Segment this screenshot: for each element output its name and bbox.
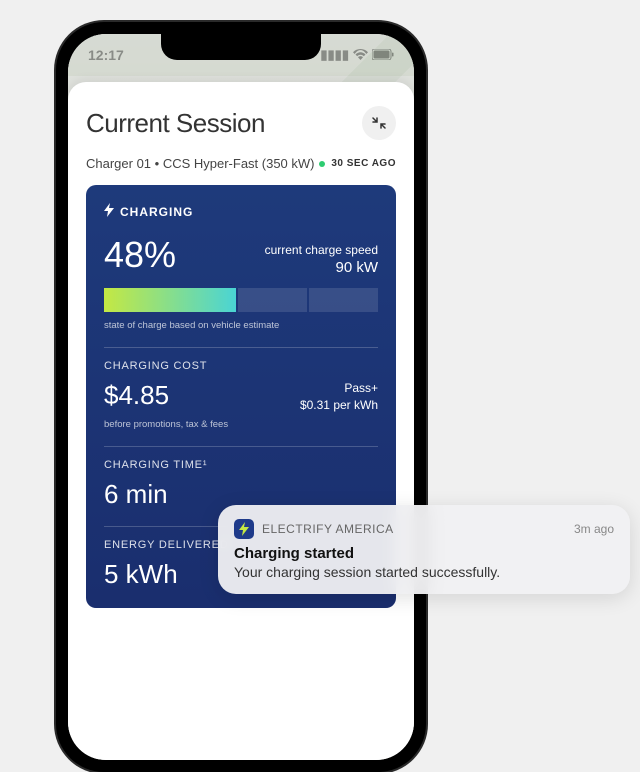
live-dot-icon [319,161,325,167]
cost-note: before promotions, tax & fees [104,419,228,430]
soc-note: state of charge based on vehicle estimat… [104,320,378,331]
speed-label: current charge speed [265,243,378,257]
notif-app-name: ELECTRIFY AMERICA [262,522,566,536]
plan-name: Pass+ [300,380,378,397]
collapse-icon [372,116,386,130]
notif-time: 3m ago [574,522,614,536]
phone-frame: 12:17 ▮▮▮▮ Current Session Charger 01 • … [56,22,426,772]
bolt-icon [104,203,114,220]
notch [161,34,321,60]
charging-status-label: CHARGING [120,205,193,219]
soc-progress [104,288,378,312]
plan-rate: $0.31 per kWh [300,397,378,414]
soc-progress-fill [104,288,236,312]
divider [104,347,378,348]
collapse-button[interactable] [362,106,396,140]
soc-segment [238,288,307,312]
updated-badge: 30 SEC AGO [319,158,396,169]
cost-value: $4.85 [104,380,228,411]
push-notification[interactable]: ELECTRIFY AMERICA 3m ago Charging starte… [218,505,630,594]
notif-body: Your charging session started successful… [234,564,614,580]
page-title: Current Session [86,108,265,139]
charger-subtitle: Charger 01 • CCS Hyper-Fast (350 kW) [86,156,315,171]
time-label: CHARGING TIME¹ [104,459,378,471]
session-sheet: Current Session Charger 01 • CCS Hyper-F… [68,82,414,760]
soc-percent: 48% [104,234,176,276]
cost-label: CHARGING COST [104,360,378,372]
app-icon [234,519,254,539]
soc-segment [309,288,378,312]
speed-value: 90 kW [265,259,378,276]
updated-ago: 30 SEC AGO [331,158,396,169]
phone-screen: 12:17 ▮▮▮▮ Current Session Charger 01 • … [68,34,414,760]
notif-title: Charging started [234,545,614,562]
divider [104,446,378,447]
